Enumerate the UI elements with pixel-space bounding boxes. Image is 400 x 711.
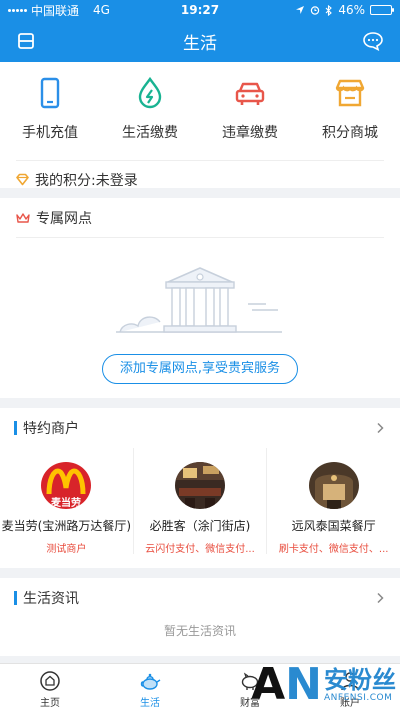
network-label: 4G [93, 3, 110, 17]
merchant-name: 远风泰国菜餐厅 [291, 518, 376, 533]
home-icon [40, 671, 60, 691]
merchants-title: 特约商户 [23, 421, 79, 437]
nav-bar: 生活 [0, 20, 400, 62]
my-points-label: 我的积分:未登录 [35, 172, 138, 189]
message-icon[interactable] [362, 31, 384, 51]
exclusive-branch-card: 专属网点 添加专属网点,享受贵宾服务 [0, 198, 400, 398]
life-info-title: 生活资讯 [23, 591, 79, 607]
mcdonalds-logo: 麦当劳 [41, 462, 92, 509]
battery-percent: 46% [338, 3, 365, 17]
battery-icon [370, 5, 394, 15]
site-watermark: AN 安粉丝 ANFENSI.COM [251, 663, 396, 707]
merchants-header[interactable]: 特约商户 [0, 408, 400, 448]
branch-header: 专属网点 [16, 198, 384, 238]
section-marker [14, 421, 17, 435]
section-marker [14, 591, 17, 605]
quick-item-label: 手机充值 [22, 125, 78, 141]
tab-home[interactable]: 主页 [0, 664, 100, 711]
quick-item-label: 生活缴费 [122, 125, 178, 141]
merchant-name: 麦当劳(宝洲路万达餐厅) [1, 518, 132, 533]
merchant-item-mcdonalds[interactable]: 麦当劳 麦当劳(宝洲路万达餐厅) 测试商户 [0, 448, 134, 554]
tab-label: 生活 [140, 698, 160, 709]
status-bar: 中国联通 4G 19:27 46% [0, 0, 400, 20]
quick-item-points-mall[interactable]: 积分商城 [300, 76, 400, 148]
divider [0, 568, 400, 578]
quick-item-utility-payment[interactable]: 生活缴费 [100, 76, 200, 148]
divider [0, 398, 400, 408]
merchant-payment-methods: 云闪付支付、微信支付... [145, 543, 255, 554]
life-info-card: 生活资讯 暂无生活资讯 [0, 578, 400, 656]
location-icon [296, 6, 305, 14]
merchant-payment-methods: 测试商户 [46, 543, 87, 554]
watermark-text: 安粉丝 [324, 665, 396, 694]
quick-item-label: 积分商城 [322, 125, 378, 141]
merchant-item-thai-restaurant[interactable]: 远风泰国菜餐厅 刷卡支付、微信支付、... [267, 448, 400, 554]
signal-icon [8, 8, 27, 12]
teapot-icon [140, 673, 161, 690]
car-icon [235, 82, 265, 105]
life-info-empty-text: 暂无生活资讯 [163, 624, 236, 638]
branch-title: 专属网点 [36, 210, 92, 227]
scan-icon[interactable] [16, 31, 36, 51]
bluetooth-icon [325, 4, 333, 16]
pizza-hut-photo [175, 462, 225, 509]
featured-merchants-card: 特约商户 麦当劳 麦当劳(宝洲路万达餐厅) 测试商户 必胜客（涂门街店) 云闪付… [0, 408, 400, 568]
alarm-icon [311, 6, 320, 15]
mcdonalds-logo-text: 麦当劳 [51, 496, 81, 509]
page-title: 生活 [183, 33, 217, 54]
tab-label: 主页 [40, 698, 60, 709]
merchant-item-pizza-hut[interactable]: 必胜客（涂门街店) 云闪付支付、微信支付... [134, 448, 268, 554]
quick-item-traffic-fine[interactable]: 违章缴费 [200, 76, 300, 148]
watermark-logo: AN [251, 659, 322, 710]
drop-icon [138, 76, 162, 109]
shop-icon [335, 79, 365, 107]
add-branch-button[interactable]: 添加专属网点,享受贵宾服务 [102, 354, 298, 384]
chevron-right-icon [377, 422, 384, 434]
chevron-right-icon [377, 592, 384, 604]
crown-icon [16, 212, 30, 223]
life-info-header[interactable]: 生活资讯 [0, 578, 400, 618]
watermark-domain: ANFENSI.COM [324, 693, 393, 704]
carrier-label: 中国联通 [31, 3, 80, 18]
quick-services-card: 手机充值 生活缴费 违章缴费 积分商城 我的积分:未登录 [0, 62, 400, 189]
merchant-name: 必胜客（涂门街店) [149, 518, 251, 533]
divider [0, 188, 400, 198]
thai-restaurant-photo [308, 462, 359, 509]
tab-life[interactable]: 生活 [100, 664, 200, 711]
bank-building-illustration [116, 267, 282, 333]
quick-item-label: 违章缴费 [222, 125, 278, 141]
quick-item-phone-recharge[interactable]: 手机充值 [0, 76, 100, 148]
diamond-icon [16, 173, 29, 186]
merchant-payment-methods: 刷卡支付、微信支付、... [278, 543, 389, 554]
phone-icon [40, 77, 60, 109]
